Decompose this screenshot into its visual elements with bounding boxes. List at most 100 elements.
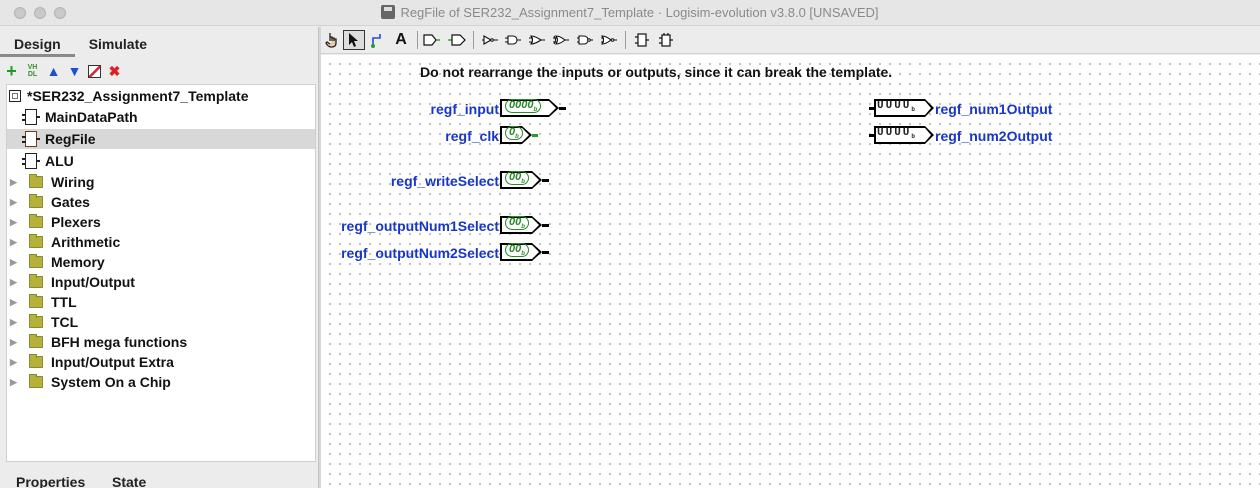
select-tool-icon[interactable] bbox=[343, 30, 365, 50]
add-vhdl-icon[interactable]: VH DL bbox=[25, 64, 40, 79]
folder-icon bbox=[29, 194, 43, 208]
tree-circuit-maindatapath[interactable]: MainDataPath bbox=[7, 107, 315, 127]
project-name: *SER232_Assignment7_Template bbox=[27, 88, 249, 104]
tree-library-tcl[interactable]: ▶ TCL bbox=[7, 312, 315, 332]
circuit-canvas[interactable]: Do not rearrange the inputs or outputs, … bbox=[321, 55, 1260, 488]
tree-circuit-alu[interactable]: ALU bbox=[7, 151, 315, 171]
tree-library-plexers[interactable]: ▶ Plexers bbox=[7, 212, 315, 232]
template-note: Do not rearrange the inputs or outputs, … bbox=[420, 64, 893, 80]
tree-library-input-output-extra[interactable]: ▶ Input/Output Extra bbox=[7, 352, 315, 372]
vhdl-icon-top: VH bbox=[27, 64, 38, 71]
input-pin-regf-outputnum2select[interactable]: 00b bbox=[500, 243, 550, 261]
expand-triangle-icon[interactable]: ▶ bbox=[10, 377, 20, 387]
move-down-icon[interactable]: ▼ bbox=[67, 64, 82, 79]
main-circuit-icon[interactable] bbox=[633, 30, 651, 50]
tool-bar: A bbox=[321, 27, 1260, 54]
properties-state-tabs: Properties State bbox=[0, 471, 190, 488]
input-pin-value[interactable]: 00b bbox=[505, 171, 529, 185]
library-label: Input/Output bbox=[51, 274, 135, 290]
tab-properties[interactable]: Properties bbox=[0, 471, 110, 488]
input-pin-arrow-inner bbox=[532, 245, 539, 259]
tree-library-wiring[interactable]: ▶ Wiring bbox=[7, 172, 315, 192]
input-pin-regf-outputnum1select[interactable]: 00b bbox=[500, 216, 550, 234]
pin-connection-stub bbox=[542, 251, 549, 254]
library-label: System On a Chip bbox=[51, 374, 171, 390]
expand-triangle-icon[interactable]: ▶ bbox=[10, 357, 20, 367]
expand-triangle-icon[interactable]: ▶ bbox=[10, 217, 20, 227]
tree-library-memory[interactable]: ▶ Memory bbox=[7, 252, 315, 272]
left-panel: Design Simulate + VH DL ▲ ▼ ✖ *SER232_Ass… bbox=[0, 27, 320, 488]
tree-library-input-output[interactable]: ▶ Input/Output bbox=[7, 272, 315, 292]
pin-label-regf-writeselect: regf_writeSelect bbox=[390, 173, 499, 189]
tree-circuit-regfile[interactable]: RegFile bbox=[7, 129, 315, 149]
folder-icon bbox=[29, 174, 43, 188]
and-gate-tool-icon[interactable] bbox=[503, 30, 523, 50]
circuit-chip-icon bbox=[22, 153, 40, 169]
input-pin-arrow-inner bbox=[532, 173, 539, 187]
save-disk-icon bbox=[381, 5, 396, 19]
nor-gate-tool-icon[interactable] bbox=[599, 30, 619, 50]
expand-triangle-icon[interactable]: ▶ bbox=[10, 277, 20, 287]
pin-label-regf-num1output: regf_num1Output bbox=[935, 101, 1053, 117]
pin-label-regf-input: regf_input bbox=[430, 101, 499, 117]
window-title: RegFile of SER232_Assignment7_Template ·… bbox=[0, 5, 1260, 20]
xor-gate-tool-icon[interactable] bbox=[551, 30, 571, 50]
expand-triangle-icon[interactable]: ▶ bbox=[10, 197, 20, 207]
output-pin-regf-num1output[interactable]: UUUUb bbox=[869, 99, 935, 117]
expand-triangle-icon[interactable]: ▶ bbox=[10, 237, 20, 247]
expand-triangle-icon[interactable]: ▶ bbox=[10, 257, 20, 267]
pin-value: UUUU bbox=[877, 100, 912, 112]
tree-library-gates[interactable]: ▶ Gates bbox=[7, 192, 315, 212]
text-tool-icon[interactable]: A bbox=[393, 30, 409, 50]
tree-library-system-on-a-chip[interactable]: ▶ System On a Chip bbox=[7, 372, 315, 392]
folder-icon bbox=[29, 334, 43, 348]
input-pin-regf-clk[interactable]: 0b bbox=[500, 126, 540, 144]
tree-project-root[interactable]: *SER232_Assignment7_Template bbox=[7, 86, 315, 106]
delete-circuit-icon[interactable]: ✖ bbox=[107, 64, 122, 79]
folder-icon bbox=[29, 234, 43, 248]
expand-triangle-icon[interactable]: ▶ bbox=[10, 317, 20, 327]
vhdl-icon-bottom: DL bbox=[27, 71, 38, 78]
output-pin-tool-icon[interactable] bbox=[447, 30, 467, 50]
not-gate-tool-icon[interactable] bbox=[479, 30, 501, 50]
tree-library-ttl[interactable]: ▶ TTL bbox=[7, 292, 315, 312]
input-pin-value[interactable]: 00b bbox=[505, 216, 529, 230]
edit-appearance-icon[interactable] bbox=[88, 64, 101, 78]
input-pin-value[interactable]: 0000b bbox=[505, 99, 542, 113]
pin-value: 0000 bbox=[509, 99, 534, 111]
pin-radix: b bbox=[911, 133, 916, 141]
expand-triangle-icon[interactable]: ▶ bbox=[10, 337, 20, 347]
or-gate-tool-icon[interactable] bbox=[527, 30, 547, 50]
pin-value: 00 bbox=[509, 171, 522, 183]
pin-radix: b bbox=[911, 106, 916, 114]
output-pin-regf-num2output[interactable]: UUUUb bbox=[869, 126, 935, 144]
nand-gate-tool-icon[interactable] bbox=[575, 30, 595, 50]
tree-library-bfh-mega-functions[interactable]: ▶ BFH mega functions bbox=[7, 332, 315, 352]
project-toolbar: + VH DL ▲ ▼ ✖ bbox=[4, 61, 122, 81]
poke-tool-icon[interactable] bbox=[323, 30, 341, 50]
tab-simulate[interactable]: Simulate bbox=[75, 29, 161, 57]
expand-triangle-icon[interactable]: ▶ bbox=[10, 177, 20, 187]
input-pin-tool-icon[interactable] bbox=[423, 30, 441, 50]
input-pin-value[interactable]: 00b bbox=[505, 243, 529, 257]
expand-triangle-icon[interactable]: ▶ bbox=[10, 297, 20, 307]
explorer-tree: *SER232_Assignment7_Template MainDataPat… bbox=[6, 84, 316, 462]
pin-value: 00 bbox=[509, 243, 522, 255]
wire-tool-icon[interactable] bbox=[369, 30, 387, 50]
add-circuit-icon[interactable]: + bbox=[4, 62, 19, 80]
input-pin-regf-input[interactable]: 0000b bbox=[500, 99, 567, 117]
appearance-circuit-icon[interactable] bbox=[657, 30, 675, 50]
circuit-label: RegFile bbox=[45, 131, 96, 147]
tree-library-arithmetic[interactable]: ▶ Arithmetic bbox=[7, 232, 315, 252]
tab-design[interactable]: Design bbox=[0, 29, 75, 57]
pin-value: UUUU bbox=[877, 127, 912, 139]
folder-icon bbox=[29, 294, 43, 308]
pin-radix: b bbox=[515, 134, 519, 141]
input-pin-regf-writeselect[interactable]: 00b bbox=[500, 171, 550, 189]
tab-state[interactable]: State bbox=[110, 471, 190, 488]
toolbar-separator bbox=[473, 31, 474, 49]
pin-radix: b bbox=[521, 179, 525, 186]
move-up-icon[interactable]: ▲ bbox=[46, 64, 61, 79]
input-pin-value[interactable]: 0b bbox=[505, 126, 523, 140]
pin-label-regf-clk: regf_clk bbox=[445, 128, 499, 144]
